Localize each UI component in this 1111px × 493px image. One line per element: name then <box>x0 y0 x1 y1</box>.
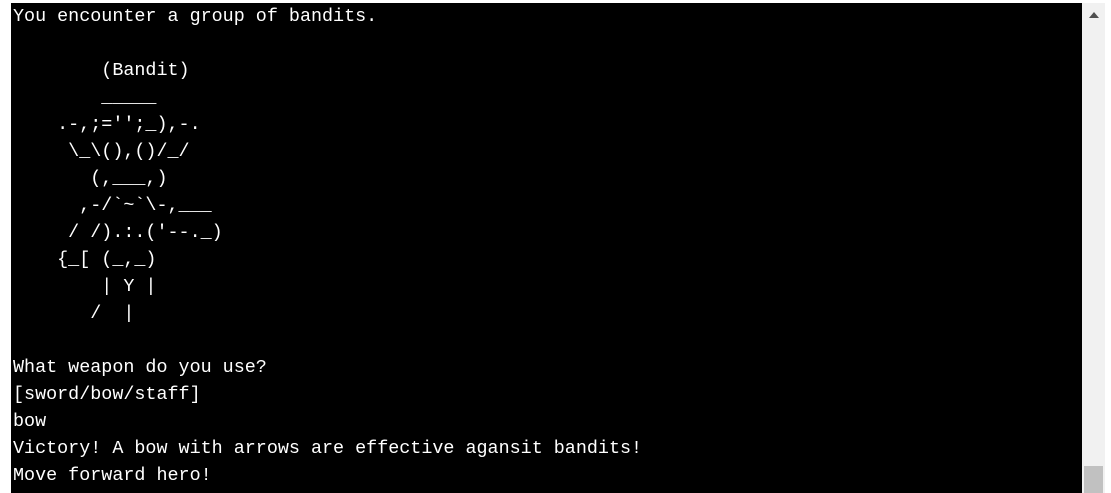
scroll-track[interactable] <box>1082 26 1105 466</box>
terminal-line: {_[ (_,_) <box>13 249 157 270</box>
terminal-line: (,___,) <box>13 168 168 189</box>
terminal-text: You encounter a group of bandits. (Bandi… <box>11 3 1082 489</box>
terminal-line: _____ <box>13 87 157 108</box>
terminal-line: What weapon do you use? <box>13 357 267 378</box>
terminal-line: .-,;='';_),-. <box>13 114 201 135</box>
terminal-line: Victory! A bow with arrows are effective… <box>13 438 643 459</box>
terminal-line: You encounter a group of bandits. <box>13 6 378 27</box>
terminal-line: / | <box>13 303 135 324</box>
terminal-line: bow <box>13 411 47 432</box>
terminal-line: | Y | <box>13 276 157 297</box>
terminal-line: Move forward hero! <box>13 465 212 486</box>
terminal-line: \_\(),()/_/ <box>13 141 190 162</box>
app-window: You encounter a group of bandits. (Bandi… <box>0 0 1111 493</box>
terminal-line: (Bandit) <box>13 60 190 81</box>
terminal-output[interactable]: You encounter a group of bandits. (Bandi… <box>11 3 1082 493</box>
triangle-up-icon <box>1088 11 1099 18</box>
vertical-scrollbar[interactable] <box>1082 3 1105 493</box>
scroll-thumb[interactable] <box>1084 466 1103 493</box>
terminal-line: / /).:.('--._) <box>13 222 223 243</box>
scroll-up-button[interactable] <box>1082 3 1105 26</box>
terminal-line: [sword/bow/staff] <box>13 384 201 405</box>
terminal-line: ,-/`~`\-,___ <box>13 195 212 216</box>
